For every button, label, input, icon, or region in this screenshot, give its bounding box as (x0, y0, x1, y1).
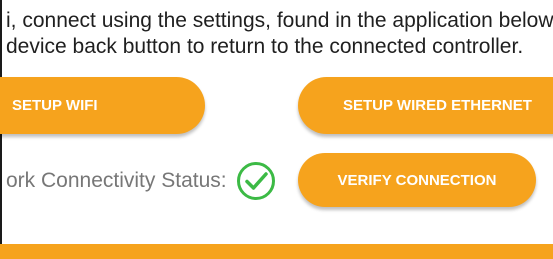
bottom-action-bar[interactable] (0, 244, 553, 259)
setup-wifi-button[interactable]: SETUP WIFI (0, 77, 205, 134)
instructions-text: i, connect using the settings, found in … (6, 8, 553, 60)
instructions-line-1: i, connect using the settings, found in … (6, 9, 553, 32)
verify-connection-label: VERIFY CONNECTION (337, 171, 497, 189)
check-circle-icon (237, 162, 275, 200)
network-connectivity-status-label: ork Connectivity Status: (6, 169, 227, 192)
instructions-line-2: device back button to return to the conn… (6, 35, 524, 58)
network-settings-screen: i, connect using the settings, found in … (0, 0, 553, 259)
setup-wired-ethernet-label: SETUP WIRED ETHERNET (343, 97, 532, 114)
setup-wifi-label: SETUP WIFI (12, 97, 98, 114)
verify-connection-button[interactable]: VERIFY CONNECTION (298, 153, 536, 207)
setup-wired-ethernet-button[interactable]: SETUP WIRED ETHERNET (298, 77, 553, 134)
